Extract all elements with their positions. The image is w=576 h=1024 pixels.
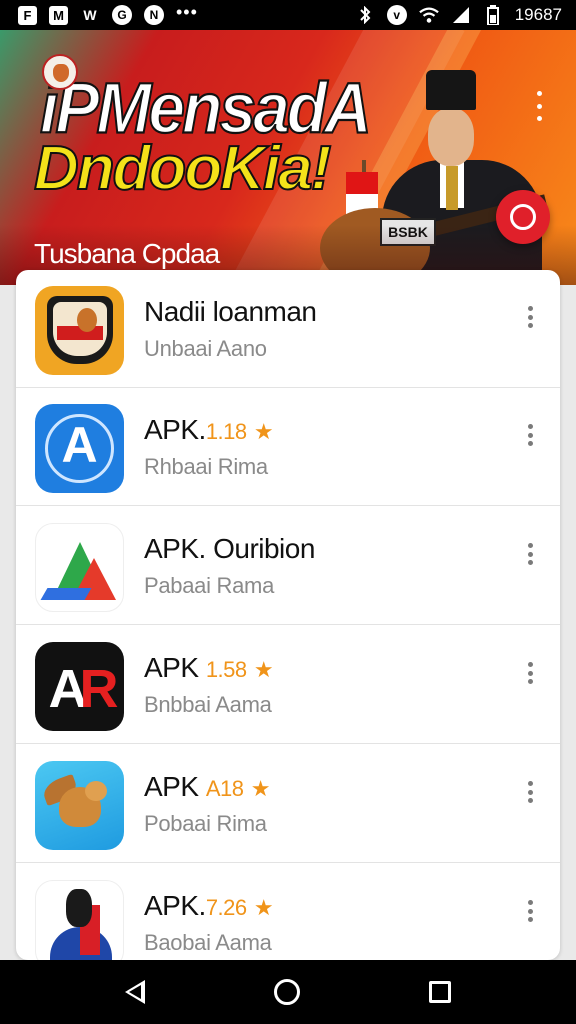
app-subtitle: Baobai Aama (144, 930, 272, 955)
blue-a-logo-icon[interactable]: A (35, 404, 124, 493)
app-list: Nadii loanman Unbaai Aano A APK.1.18 ★ R… (16, 270, 560, 960)
target-fab-button[interactable] (496, 190, 550, 244)
ar-logo-icon[interactable]: AR (35, 642, 124, 731)
more-options-icon[interactable] (520, 660, 540, 686)
notification-f-icon: F (18, 5, 37, 25)
app-subtitle: Rhbaai Rima (144, 454, 268, 479)
notification-w-icon: W (83, 7, 97, 23)
list-item[interactable]: APK.7.26 ★ Baobai Aama (16, 864, 560, 960)
hero-banner[interactable]: BSBK iPMensadA DndooKia! Tusbana Cpdaa (0, 30, 576, 285)
app-version: 7.26 (205, 895, 247, 920)
app-subtitle: Bnbbai Aama (144, 692, 272, 717)
list-item[interactable]: A APK.1.18 ★ Rhbaai Rima (16, 388, 560, 506)
banner-overflow-menu-icon[interactable] (530, 88, 548, 124)
list-item[interactable]: Nadii loanman Unbaai Aano (16, 270, 560, 388)
more-options-icon[interactable] (520, 898, 540, 924)
star-icon: ★ (253, 895, 274, 920)
status-bar: F M W G N ••• v 19687 (0, 0, 576, 30)
app-name: APK A18 ★ (144, 771, 271, 802)
vpn-v-icon: v (386, 5, 407, 25)
app-subtitle: Unbaai Aano (144, 336, 267, 361)
status-left: F M W G N ••• (18, 2, 198, 25)
more-options-icon[interactable] (520, 304, 540, 330)
more-options-icon[interactable] (520, 779, 540, 805)
app-name: Nadii loanman (144, 296, 317, 327)
more-options-icon[interactable] (520, 422, 540, 448)
notification-m-icon: M (49, 5, 68, 25)
app-subtitle: Pobaai Rima (144, 811, 267, 836)
more-notifications-icon: ••• (176, 2, 198, 22)
star-icon: ★ (253, 419, 274, 444)
recent-apps-icon[interactable] (429, 981, 452, 1003)
list-item[interactable]: APK. Ouribion Pabaai Rama (16, 507, 560, 625)
bluetooth-icon (355, 5, 375, 25)
app-name: APK.7.26 ★ (144, 890, 274, 921)
banner-title-line2: DndooKia! (33, 134, 332, 203)
list-item[interactable]: AR APK 1.58 ★ Bnbbai Aama (16, 626, 560, 744)
star-icon: ★ (253, 657, 274, 682)
notification-n-icon: N (144, 5, 164, 25)
more-options-icon[interactable] (520, 541, 540, 567)
app-version: 1.18 (205, 419, 247, 444)
banner-title: iPMensadA (39, 67, 373, 148)
app-name: APK. Ouribion (144, 533, 315, 564)
app-name: APK.1.18 ★ (144, 414, 274, 445)
back-icon[interactable] (124, 980, 145, 1004)
app-name: APK 1.58 ★ (144, 652, 274, 683)
app-version: 1.58 (205, 657, 247, 682)
banner-subtitle: Tusbana Cpdaa (34, 238, 220, 269)
home-icon[interactable] (273, 979, 300, 1005)
notification-g-icon: G (112, 5, 132, 25)
battery-icon (483, 5, 503, 25)
app-version: A18 (205, 776, 244, 801)
clock-text: 19687 (514, 5, 562, 24)
navigation-bar (0, 960, 576, 1024)
app-subtitle: Pabaai Rama (144, 573, 274, 598)
list-item[interactable]: APK A18 ★ Pobaai Rima (16, 745, 560, 863)
person-logo-icon[interactable] (35, 880, 124, 960)
signal-icon (451, 5, 471, 25)
star-icon: ★ (250, 776, 271, 801)
banner-logo-icon (42, 54, 78, 90)
triangle-logo-icon[interactable] (35, 523, 124, 612)
status-right: v 19687 (355, 5, 562, 25)
bird-logo-icon[interactable] (35, 761, 124, 850)
shield-badge-icon[interactable] (35, 286, 124, 375)
wifi-icon (418, 5, 439, 25)
